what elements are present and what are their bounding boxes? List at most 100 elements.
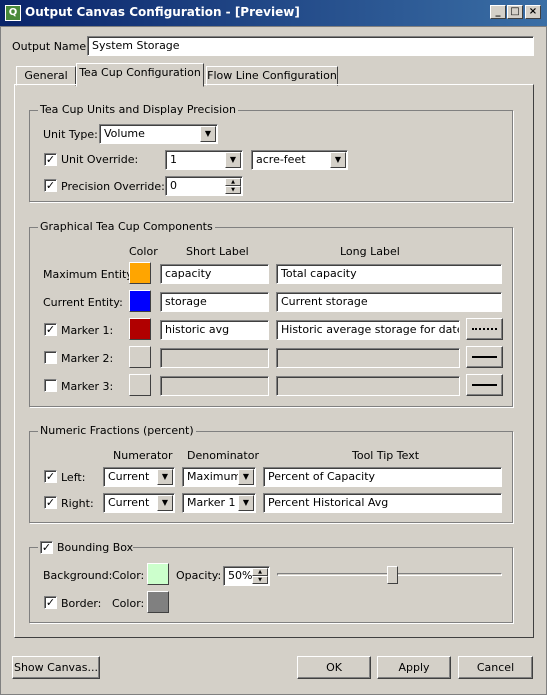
numerator-header: Numerator [113,449,173,462]
unit-type-select[interactable]: Volume ▼ [99,124,218,144]
color-header: Color [129,245,158,258]
opacity-spinner[interactable]: 50% ▲ ▼ [223,566,270,586]
border-label: Border: [61,597,102,610]
marker-2-line-style-button[interactable] [466,346,503,368]
left-denominator-select[interactable]: Maximum ▼ [182,467,256,487]
chevron-down-icon: ▼ [200,126,216,142]
marker-2-checkbox[interactable] [44,351,57,364]
opacity-value: 50% [228,569,253,582]
precision-override-label: Precision Override: [61,180,165,193]
left-tooltip-input[interactable]: Percent of Capacity [263,467,502,487]
title-bar: Q Output Canvas Configuration - [Preview… [0,0,547,26]
precision-override-checkbox[interactable]: ✓ [44,179,57,192]
tooltip-header: Tool Tip Text [352,449,420,462]
right-denominator-select[interactable]: Marker 1 ▼ [182,493,256,513]
current-entity-long-input[interactable]: Current storage [276,292,502,312]
solid-line-icon [472,356,497,358]
border-color-button[interactable] [147,591,169,613]
tab-tea-cup-configuration[interactable]: Tea Cup Configuration [76,63,204,87]
current-entity-label: Current Entity: [43,296,123,309]
output-name-input[interactable]: System Storage [87,36,534,56]
right-tooltip-input[interactable]: Percent Historical Avg [263,493,502,513]
background-color-button[interactable] [147,563,169,585]
maximum-entity-color-button[interactable] [129,262,151,284]
marker-2-short-input[interactable] [160,348,269,368]
fractions-group-title: Numeric Fractions (percent) [38,424,196,437]
tab-general[interactable]: General [16,66,76,86]
left-fraction-checkbox[interactable]: ✓ [44,470,57,483]
right-fraction-label: Right: [61,497,94,510]
background-color-label: Color: [112,569,145,582]
background-label: Background: [43,569,113,582]
marker-3-checkbox[interactable] [44,379,57,392]
denominator-header: Denominator [187,449,259,462]
chevron-down-icon: ▼ [157,469,173,485]
marker-3-label: Marker 3: [61,380,114,393]
chevron-down-icon: ▼ [238,469,254,485]
marker-3-color-button[interactable] [129,374,151,396]
bounding-box-group [29,547,513,623]
spinner-arrows-icon[interactable]: ▲ ▼ [225,178,241,194]
chevron-down-icon: ▼ [225,152,241,168]
unit-override-unit-value: acre-feet [256,153,306,166]
unit-override-factor-value: 1 [170,153,177,166]
chevron-down-icon: ▼ [330,152,346,168]
app-icon: Q [5,5,21,21]
marker-1-label: Marker 1: [61,324,114,337]
spinner-arrows-icon[interactable]: ▲ ▼ [252,568,268,584]
marker-2-label: Marker 2: [61,352,114,365]
maximum-entity-short-input[interactable]: capacity [160,264,269,284]
window-title: Output Canvas Configuration - [Preview] [25,5,300,19]
solid-line-icon [472,384,497,386]
unit-override-label: Unit Override: [61,153,139,166]
bounding-box-title: Bounding Box [57,541,134,554]
opacity-slider-thumb[interactable] [387,566,398,584]
current-entity-short-input[interactable]: storage [160,292,269,312]
chevron-down-icon: ▼ [238,495,254,511]
right-numerator-select[interactable]: Current ▼ [103,493,175,513]
dotted-line-icon [472,328,497,330]
maximum-entity-long-input[interactable]: Total capacity [276,264,502,284]
tab-flow-line-configuration[interactable]: Flow Line Configuration [206,66,338,86]
unit-type-value: Volume [104,127,145,140]
unit-override-checkbox[interactable]: ✓ [44,153,57,166]
units-group-title: Tea Cup Units and Display Precision [38,103,238,116]
ok-button[interactable]: OK [297,656,371,679]
marker-2-long-input[interactable] [276,348,460,368]
unit-type-label: Unit Type: [43,128,98,141]
right-fraction-checkbox[interactable]: ✓ [44,496,57,509]
left-denominator-value: Maximum [187,470,242,483]
marker-3-short-input[interactable] [160,376,269,396]
show-canvas-button[interactable]: Show Canvas... [12,656,100,679]
unit-override-factor-select[interactable]: 1 ▼ [165,150,243,170]
marker-3-long-input[interactable] [276,376,460,396]
marker-1-color-button[interactable] [129,318,151,340]
apply-button[interactable]: Apply [377,656,451,679]
cancel-button[interactable]: Cancel [458,656,533,679]
components-group-title: Graphical Tea Cup Components [38,220,215,233]
bounding-box-checkbox[interactable]: ✓ [40,541,53,554]
marker-3-line-style-button[interactable] [466,374,503,396]
close-icon[interactable]: × [525,5,541,19]
right-numerator-value: Current [108,496,150,509]
marker-1-short-input[interactable]: historic avg [160,320,269,340]
left-fraction-label: Left: [61,471,86,484]
unit-override-unit-select[interactable]: acre-feet ▼ [251,150,348,170]
left-numerator-select[interactable]: Current ▼ [103,467,175,487]
right-denominator-value: Marker 1 [187,496,236,509]
minimize-icon[interactable]: _ [490,5,506,19]
marker-1-checkbox[interactable]: ✓ [44,323,57,336]
marker-1-long-input[interactable]: Historic average storage for date [276,320,460,340]
precision-value: 0 [170,179,177,192]
maximize-icon[interactable]: □ [507,5,523,19]
long-label-header: Long Label [340,245,400,258]
current-entity-color-button[interactable] [129,290,151,312]
output-name-label: Output Name: [12,40,90,53]
maximum-entity-label: Maximum Entity: [43,268,136,281]
marker-1-line-style-button[interactable] [466,318,503,340]
border-checkbox[interactable]: ✓ [44,596,57,609]
precision-spinner[interactable]: 0 ▲ ▼ [165,176,243,196]
border-color-label: Color: [112,597,145,610]
short-label-header: Short Label [186,245,249,258]
marker-2-color-button[interactable] [129,346,151,368]
